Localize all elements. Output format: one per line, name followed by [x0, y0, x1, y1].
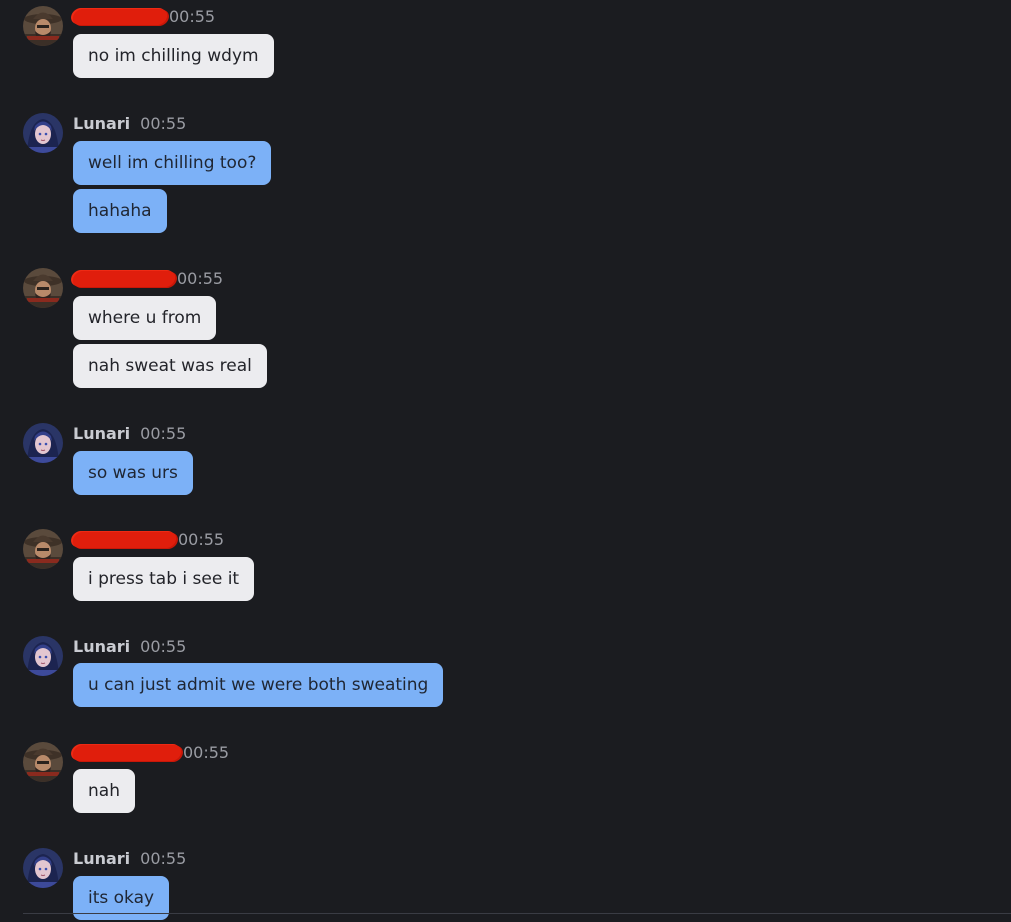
message-header: Lunari 00:55 [73, 848, 186, 870]
message-bubble[interactable]: where u from [73, 296, 217, 340]
message-timestamp: 00:55 [169, 7, 216, 26]
message-header: 00:55 [71, 529, 225, 551]
blue-haired-girl-avatar-icon[interactable] [23, 636, 63, 676]
message-timestamp: 00:55 [140, 849, 187, 868]
message-timestamp: 00:55 [140, 637, 187, 656]
message-header: Lunari 00:55 [73, 113, 186, 135]
message-header: 00:55 [71, 742, 230, 764]
message-timestamp: 00:55 [140, 424, 187, 443]
cowboy-avatar-icon[interactable] [23, 742, 63, 782]
message-header: 00:55 [71, 6, 216, 28]
message-author[interactable]: Lunari [73, 848, 130, 870]
redacted-username [71, 532, 178, 548]
composer-divider [23, 913, 1011, 914]
message-header: Lunari 00:55 [73, 636, 186, 658]
message-bubble[interactable]: hahaha [73, 189, 167, 233]
cowboy-avatar-icon[interactable] [23, 6, 63, 46]
message-bubble[interactable]: i press tab i see it [73, 557, 255, 601]
blue-haired-girl-avatar-icon[interactable] [23, 848, 63, 888]
message-timestamp: 00:55 [178, 530, 225, 549]
chat-message-list: 00:55 no im chilling wdym Lunari 00:55 w… [0, 0, 1011, 922]
message-timestamp: 00:55 [140, 114, 187, 133]
message-header: Lunari 00:55 [73, 423, 186, 445]
cowboy-avatar-icon[interactable] [23, 529, 63, 569]
message-author[interactable]: Lunari [73, 636, 130, 658]
message-bubble[interactable]: nah sweat was real [73, 344, 267, 388]
message-bubble[interactable]: no im chilling wdym [73, 34, 274, 78]
blue-haired-girl-avatar-icon[interactable] [23, 423, 63, 463]
message-bubble[interactable]: well im chilling too? [73, 141, 272, 185]
redacted-username [71, 745, 183, 761]
message-author[interactable]: Lunari [73, 113, 130, 135]
message-author[interactable]: Lunari [73, 423, 130, 445]
message-bubble[interactable]: so was urs [73, 451, 193, 495]
redacted-username [71, 9, 169, 25]
redacted-username [71, 271, 177, 287]
blue-haired-girl-avatar-icon[interactable] [23, 113, 63, 153]
message-timestamp: 00:55 [183, 743, 230, 762]
cowboy-avatar-icon[interactable] [23, 268, 63, 308]
message-bubble[interactable]: nah [73, 769, 135, 813]
message-header: 00:55 [71, 268, 224, 290]
message-bubble[interactable]: u can just admit we were both sweating [73, 663, 444, 707]
message-timestamp: 00:55 [177, 269, 224, 288]
